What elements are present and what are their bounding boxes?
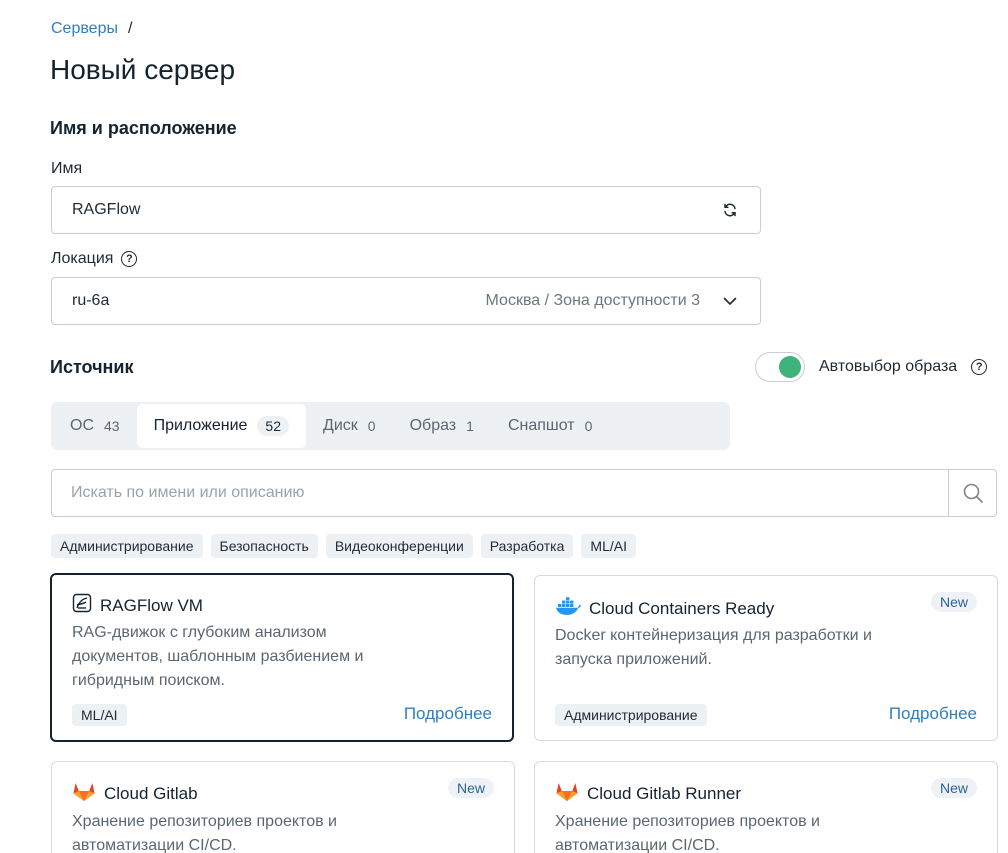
tab-disk[interactable]: Диск 0 [306, 404, 393, 448]
card-description: RAG-движок с глубоким анализом документо… [72, 624, 364, 689]
tab-count: 1 [466, 418, 474, 434]
auto-image-toggle[interactable] [755, 352, 805, 382]
tab-application[interactable]: Приложение 52 [136, 404, 306, 448]
help-icon[interactable]: ? [121, 251, 138, 267]
gitlab-icon [72, 780, 96, 807]
help-icon[interactable]: ? [971, 359, 988, 375]
tab-label: Образ [409, 417, 457, 434]
search-button[interactable] [948, 470, 996, 516]
ragflow-icon [72, 593, 92, 618]
tab-os[interactable]: ОС 43 [53, 404, 137, 448]
name-field[interactable]: RAGFlow [51, 186, 761, 234]
search-input[interactable] [52, 470, 948, 516]
gitlab-icon [555, 780, 579, 807]
location-label-text: Локация [51, 250, 114, 267]
auto-image-toggle-group: Автовыбор образа ? [755, 352, 988, 382]
location-field-label: Локация ? [51, 250, 138, 268]
breadcrumb-servers-link[interactable]: Серверы [51, 20, 118, 38]
card-more-link[interactable]: Подробнее [404, 704, 492, 724]
new-badge: New [930, 592, 977, 612]
location-select-hint: Москва / Зона доступности 3 [485, 292, 700, 309]
name-field-value[interactable]: RAGFlow [72, 201, 720, 219]
filter-chip-security[interactable]: Безопасность [210, 534, 318, 558]
new-badge: New [930, 778, 977, 798]
tab-label: ОС [70, 417, 94, 434]
tab-snapshot[interactable]: Снапшот 0 [491, 404, 609, 448]
card-header: Cloud Gitlab Runner [555, 780, 741, 807]
tab-count: 43 [104, 418, 120, 434]
card-header: Cloud Gitlab [72, 780, 198, 807]
card-title: Cloud Containers Ready [589, 598, 775, 618]
location-select[interactable]: ru-6a Москва / Зона доступности 3 [51, 277, 761, 325]
app-card-cloud-gitlab-runner[interactable]: Cloud Gitlab Runner New Хранение репозит… [534, 761, 998, 853]
card-description: Docker контейнеризация для разработки и … [555, 627, 872, 668]
card-tag: ML/AI [72, 704, 127, 726]
card-title: Cloud Gitlab [104, 783, 198, 803]
filter-chip-development[interactable]: Разработка [480, 534, 574, 558]
card-header: Cloud Containers Ready [555, 596, 774, 621]
app-card-cloud-gitlab[interactable]: Cloud Gitlab New Хранение репозиториев п… [51, 761, 515, 853]
tab-label: Диск [323, 417, 358, 434]
name-label-text: Имя [51, 160, 83, 177]
card-more-link[interactable]: Подробнее [889, 704, 977, 724]
toggle-knob [779, 356, 801, 378]
breadcrumb: Серверы / [51, 20, 132, 38]
page-title: Новый сервер [50, 54, 236, 85]
card-tag: Администрирование [555, 704, 707, 726]
location-select-value: ru-6a [72, 292, 110, 309]
filter-chip-administration[interactable]: Администрирование [51, 534, 203, 558]
auto-image-label: Автовыбор образа [819, 358, 958, 375]
new-badge: New [447, 778, 494, 798]
card-title: Cloud Gitlab Runner [587, 783, 742, 803]
chevron-down-icon[interactable] [720, 291, 740, 311]
tab-label: Снапшот [507, 417, 575, 434]
search-box [51, 469, 997, 517]
tab-label: Приложение [153, 417, 248, 434]
section-title-source: Источник [50, 357, 134, 377]
card-title: RAGFlow VM [100, 595, 203, 615]
category-filters: Администрирование Безопасность Видеоконф… [51, 534, 636, 558]
section-title-name-location: Имя и расположение [50, 118, 237, 138]
app-card-ragflow[interactable]: RAGFlow VM RAG-движок с глубоким анализо… [50, 573, 514, 742]
app-card-cloud-containers[interactable]: Cloud Containers Ready New Docker контей… [534, 575, 998, 741]
source-tabs: ОС 43 Приложение 52 Диск 0 Образ 1 Снапш… [51, 402, 730, 450]
tab-count: 52 [257, 416, 289, 436]
card-header: RAGFlow VM [72, 593, 203, 618]
filter-chip-ml-ai[interactable]: ML/AI [581, 534, 636, 558]
filter-chip-videoconferencing[interactable]: Видеоконференции [325, 534, 473, 558]
refresh-icon[interactable] [720, 200, 740, 220]
tab-image[interactable]: Образ 1 [393, 404, 491, 448]
docker-icon [555, 596, 581, 621]
breadcrumb-separator: / [127, 20, 133, 37]
tab-count: 0 [584, 418, 593, 434]
card-description: Хранение репозиториев проектов и автомат… [72, 813, 337, 853]
tab-count: 0 [367, 418, 376, 434]
card-description: Хранение репозиториев проектов и автомат… [555, 813, 820, 853]
name-field-label: Имя [51, 160, 82, 178]
search-icon [963, 483, 983, 503]
